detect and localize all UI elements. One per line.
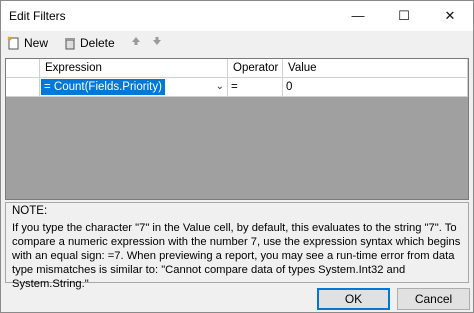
- new-label: New: [24, 36, 49, 50]
- row-header-corner: [6, 59, 40, 78]
- cancel-label: Cancel: [414, 292, 453, 306]
- expression-cell[interactable]: = Count(Fields.Priority) ⌄: [40, 78, 228, 97]
- note-text: If you type the character "7" in the Val…: [12, 222, 461, 290]
- arrow-down-icon: [153, 37, 161, 45]
- ok-label: OK: [344, 292, 363, 306]
- ok-button[interactable]: OK: [317, 288, 390, 310]
- toolbar: New Delete: [1, 32, 473, 54]
- minimize-icon: —: [351, 8, 365, 23]
- edit-filters-dialog: Edit Filters — ☐ ✕ New Delete Expression…: [0, 0, 474, 313]
- new-button[interactable]: New: [7, 36, 48, 50]
- column-header-expression[interactable]: Expression: [40, 59, 228, 78]
- maximize-button[interactable]: ☐: [381, 1, 427, 31]
- trash-icon: [65, 38, 75, 50]
- close-icon: ✕: [444, 8, 456, 23]
- operator-cell[interactable]: =: [228, 78, 283, 97]
- expression-value: = Count(Fields.Priority): [41, 79, 165, 95]
- arrow-up-icon: [132, 37, 140, 45]
- minimize-button[interactable]: —: [335, 1, 381, 31]
- chevron-down-icon[interactable]: ⌄: [216, 78, 224, 96]
- title-bar: Edit Filters — ☐ ✕: [1, 1, 473, 31]
- row-header[interactable]: [6, 78, 40, 97]
- maximize-icon: ☐: [398, 8, 410, 23]
- column-header-value[interactable]: Value: [283, 59, 468, 78]
- filters-grid: Expression Operator Value = Count(Fields…: [5, 58, 469, 200]
- note-panel: NOTE: If you type the character "7" in t…: [5, 202, 469, 290]
- value-cell[interactable]: 0: [283, 78, 468, 97]
- delete-button[interactable]: Delete: [63, 36, 115, 50]
- cancel-button[interactable]: Cancel: [397, 288, 470, 310]
- move-down-button[interactable]: [152, 36, 162, 46]
- window-title: Edit Filters: [9, 9, 66, 23]
- note-title: NOTE:: [12, 205, 48, 217]
- column-header-operator[interactable]: Operator: [228, 59, 283, 78]
- move-up-button[interactable]: [131, 36, 141, 46]
- close-button[interactable]: ✕: [427, 1, 473, 31]
- new-document-icon: [7, 36, 19, 50]
- delete-label: Delete: [80, 36, 115, 50]
